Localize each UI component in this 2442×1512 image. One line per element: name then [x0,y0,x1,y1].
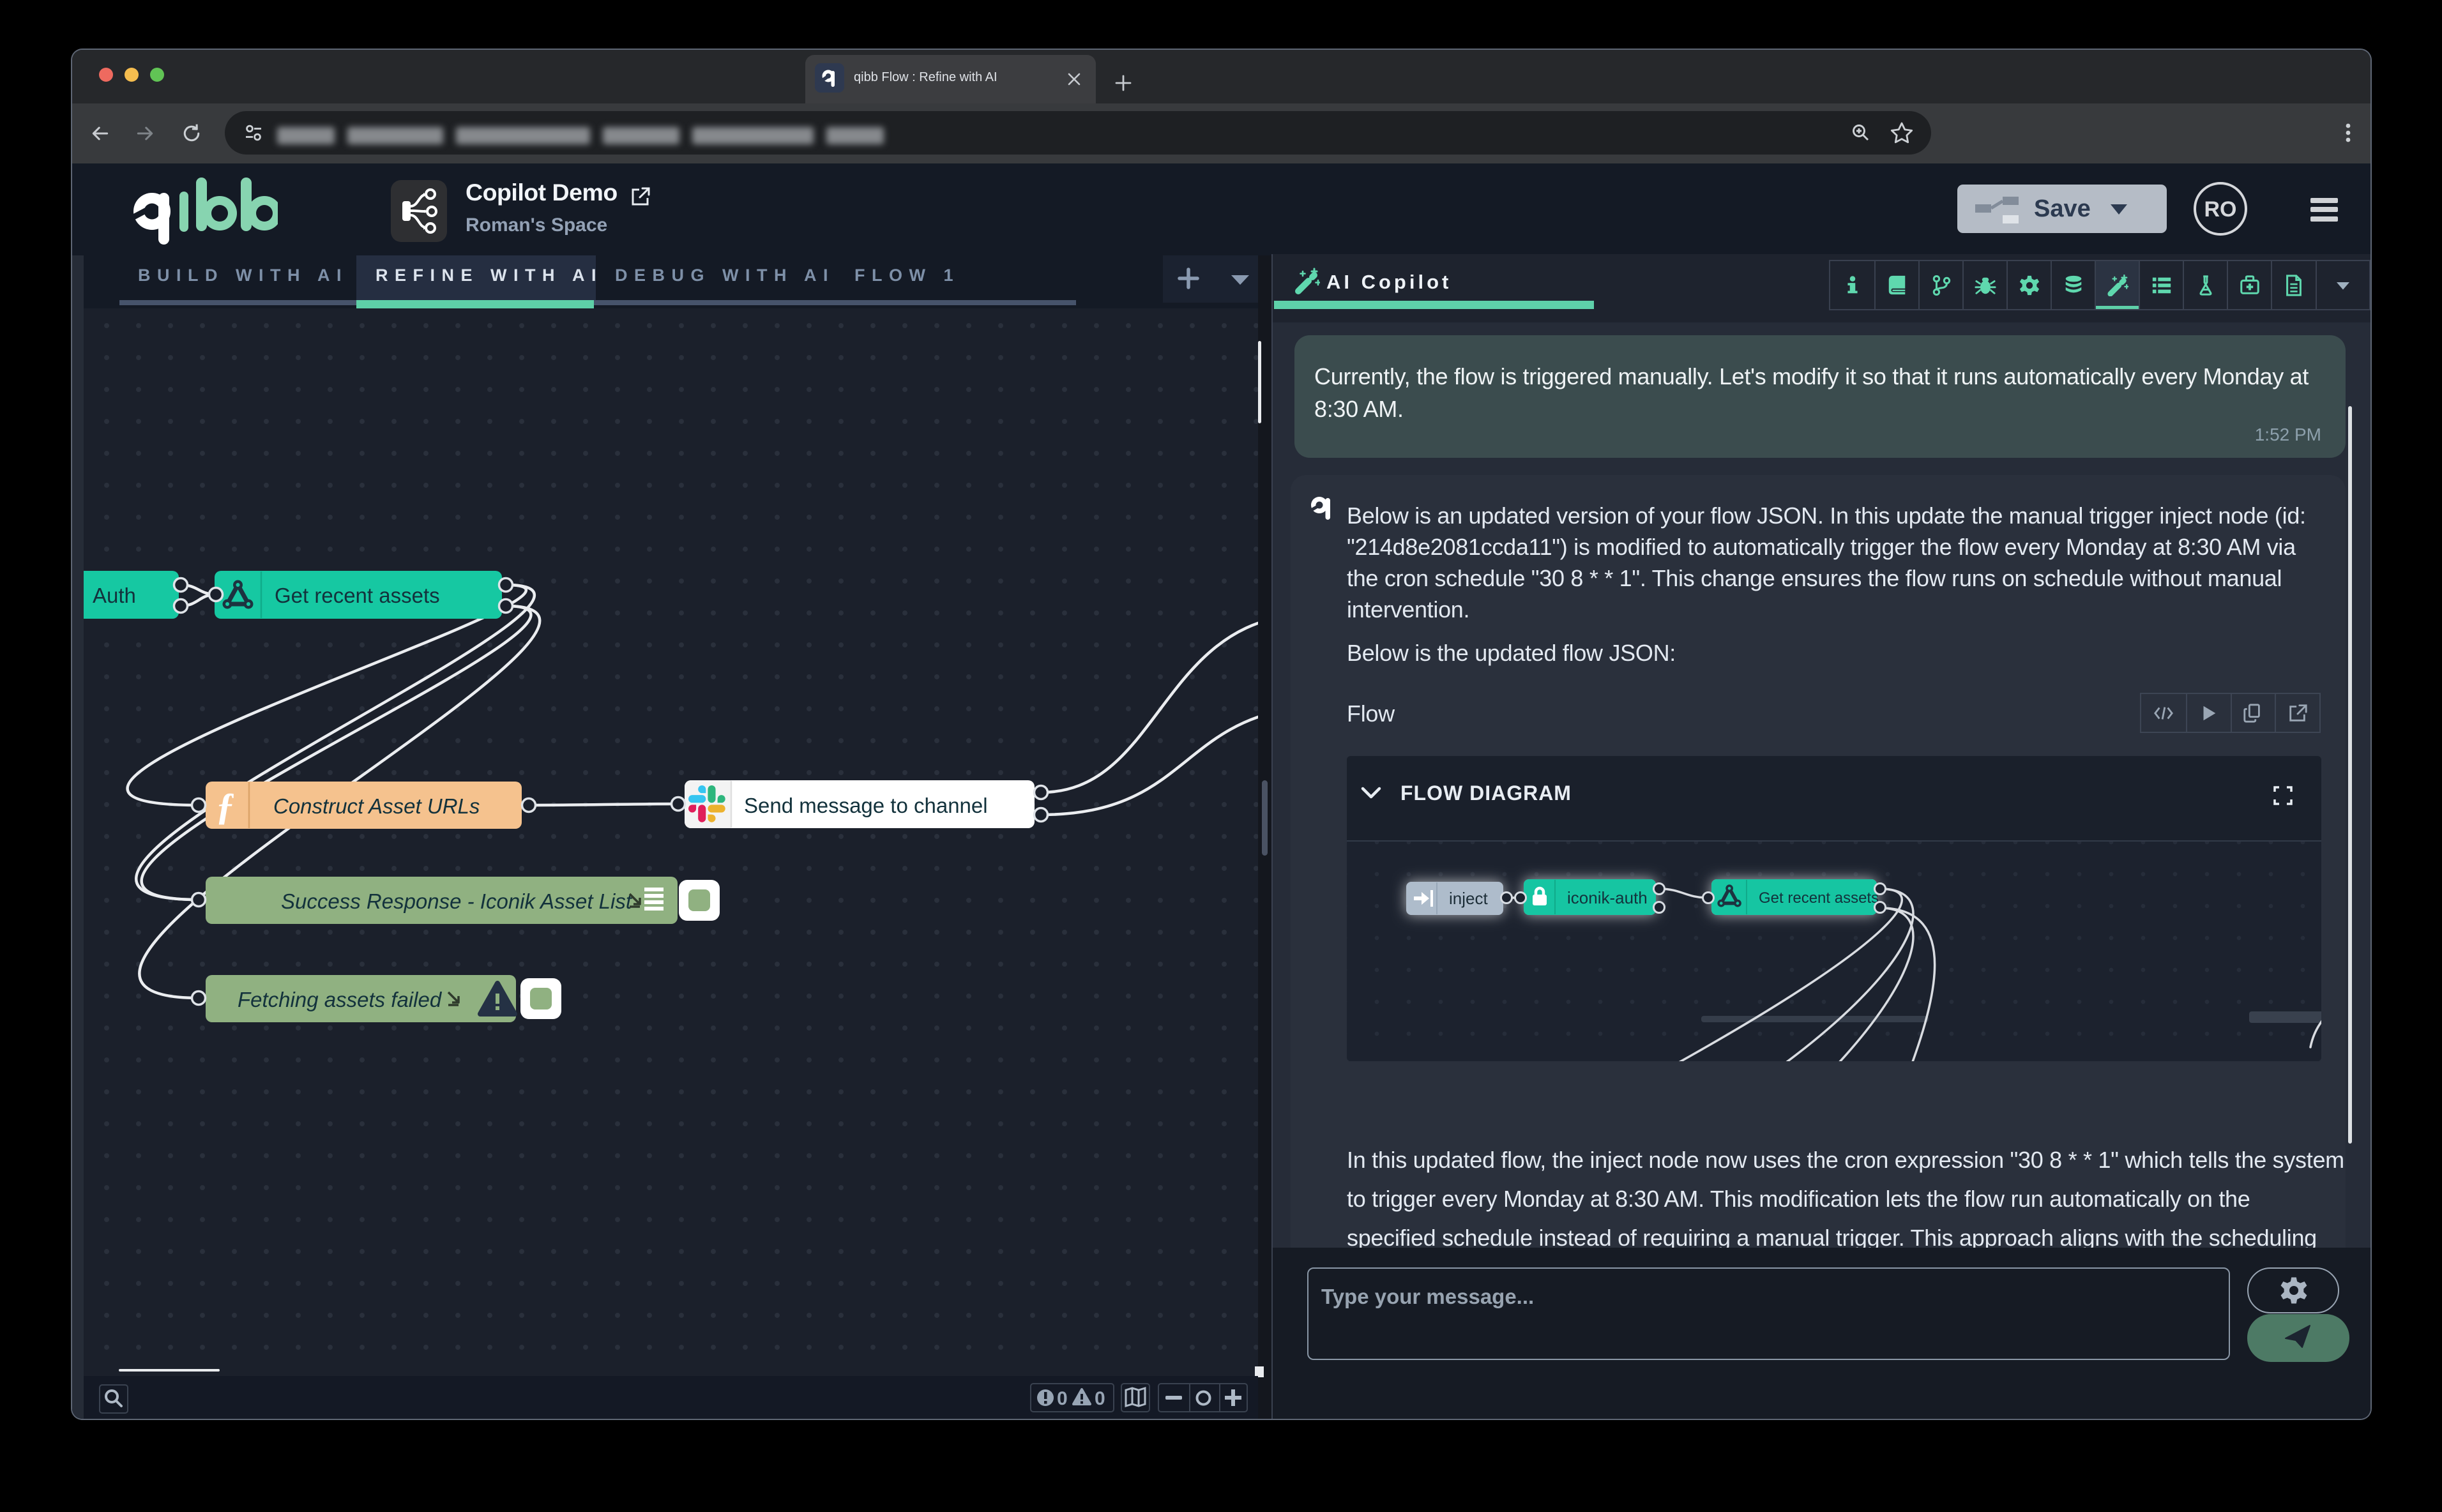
svg-text:inject: inject [1449,889,1488,908]
svg-text:iconik-auth: iconik-auth [1567,888,1648,907]
svg-text:Construct Asset URLs: Construct Asset URLs [273,794,480,818]
svg-text:Success Response - Iconik Asse: Success Response - Iconik Asset List [281,889,633,913]
svg-text:Auth: Auth [93,584,136,607]
svg-text:Send message to channel: Send message to channel [744,794,988,817]
svg-text:0: 0 [1057,1388,1068,1409]
svg-text:Get recent assets: Get recent assets [275,584,440,607]
svg-text:Get recent assets: Get recent assets [1759,889,1879,907]
svg-text:Fetching assets failed: Fetching assets failed [238,988,443,1011]
svg-text:0: 0 [1095,1388,1105,1409]
svg-text:ƒ: ƒ [216,785,235,828]
